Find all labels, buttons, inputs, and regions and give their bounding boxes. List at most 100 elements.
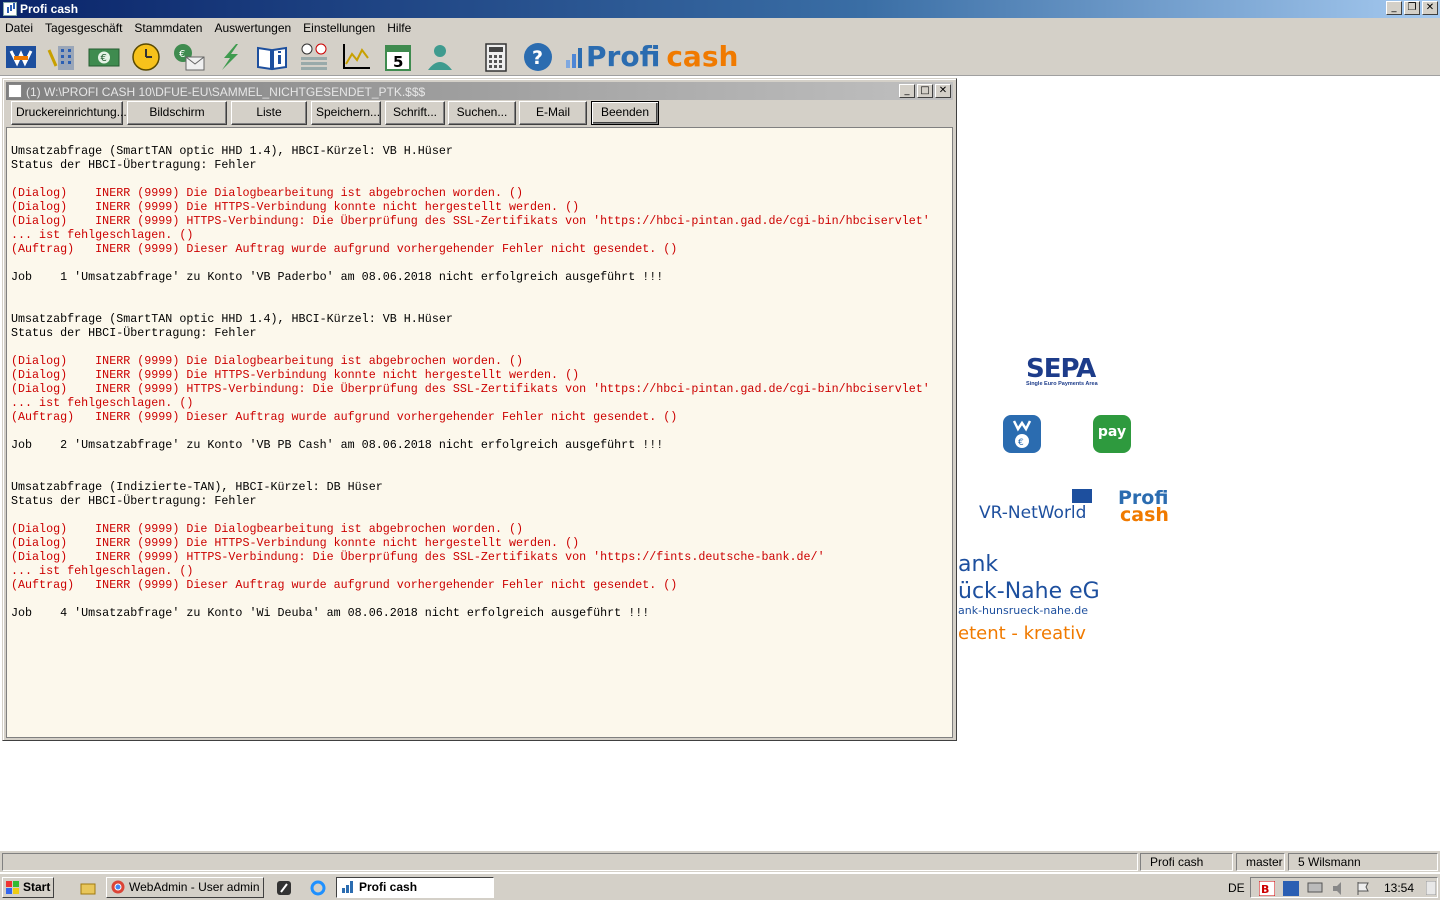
log-line: Status der HBCI-Übertragung: Fehler: [11, 326, 257, 340]
menu-stammdaten[interactable]: Stammdaten: [134, 21, 202, 35]
menu-auswertungen[interactable]: Auswertungen: [214, 21, 291, 35]
menu-einstellungen[interactable]: Einstellungen: [303, 21, 375, 35]
menu-tagesgeschaeft[interactable]: Tagesgeschäft: [45, 21, 122, 35]
child-minimize-button[interactable]: _: [899, 84, 915, 98]
minimize-button[interactable]: _: [1386, 1, 1402, 15]
calendar-icon[interactable]: 5: [382, 42, 414, 72]
logo-bars-icon: [566, 46, 586, 68]
chart-icon[interactable]: [340, 42, 372, 72]
printer-setup-button[interactable]: Druckereinrichtung...: [11, 101, 127, 125]
font-button[interactable]: Schrift...: [385, 101, 445, 125]
svg-text:€: €: [179, 49, 185, 60]
taskbar: Start WebAdmin - User admin ... Profi ca…: [0, 873, 1440, 900]
calculator-icon[interactable]: [480, 42, 512, 72]
paydirekt-label: pay: [1097, 424, 1127, 440]
vr-banking-app-icon: €: [1003, 415, 1041, 453]
log-line: (Auftrag) INERR (9999) Dieser Auftrag wu…: [11, 242, 678, 256]
menu-hilfe[interactable]: Hilfe: [387, 21, 411, 35]
status-version: Profi cash 11.42: [1140, 853, 1233, 885]
app-titlebar: Profi cash _ ❐ ✕: [0, 0, 1440, 18]
menu-datei[interactable]: Datei: [5, 21, 33, 35]
log-line: Umsatzabfrage (SmartTAN optic HHD 1.4), …: [11, 144, 453, 158]
bank-slogan: ank ück-Nahe eG ank-hunsrueck-nahe.de et…: [958, 552, 1100, 644]
calendar-day: 5: [393, 53, 403, 71]
building-icon[interactable]: [46, 42, 78, 72]
vr-bank-icon[interactable]: [5, 42, 37, 72]
log-line: (Dialog) INERR (9999) HTTPS-Verbindung: …: [11, 550, 825, 564]
log-line: (Dialog) INERR (9999) Die HTTPS-Verbindu…: [11, 536, 580, 550]
bank-line-4: etent - kreativ: [958, 623, 1086, 644]
start-label: Start: [23, 880, 51, 894]
task-webadmin-label: WebAdmin - User admin ...: [129, 880, 264, 894]
profi-cash-task-icon: [342, 881, 353, 893]
log-line: Status der HBCI-Übertragung: Fehler: [11, 494, 257, 508]
save-button[interactable]: Speichern...: [311, 101, 381, 125]
log-line: ... ist fehlgeschlagen. (): [11, 228, 194, 242]
clock: 13:54: [1384, 881, 1415, 895]
tray-network-icon[interactable]: [1283, 881, 1299, 896]
task-webadmin[interactable]: WebAdmin - User admin ...: [106, 877, 264, 898]
print-list-button[interactable]: Liste drucken: [231, 101, 307, 140]
child-close-button[interactable]: ✕: [935, 84, 951, 98]
document-icon: [8, 84, 22, 98]
print-screen-button[interactable]: Bildschirm drucken: [127, 101, 227, 140]
vr-networld-logo: VR-NetWorld: [979, 489, 1092, 523]
profi-cash-logo: Profi cash: [566, 40, 738, 73]
banknote-icon[interactable]: €: [88, 42, 120, 72]
bank-line-2: ück-Nahe eG: [958, 579, 1100, 604]
person-icon[interactable]: [424, 42, 456, 72]
restore-button[interactable]: ❐: [1404, 1, 1420, 15]
tray-corner-icon[interactable]: [1426, 881, 1436, 895]
search-button[interactable]: Suchen...: [448, 101, 516, 125]
help-glyph: ?: [532, 47, 543, 69]
app-icon: [3, 2, 17, 16]
profi-cash-logo-small: Profi cash: [1118, 487, 1169, 526]
tray-volume-icon[interactable]: [1331, 881, 1347, 896]
close-button[interactable]: ✕: [1422, 1, 1438, 15]
svg-text:€: €: [101, 53, 107, 64]
windows-flag-icon: [6, 881, 19, 894]
child-maximize-button[interactable]: □: [917, 84, 933, 98]
log-line: (Dialog) INERR (9999) Die HTTPS-Verbindu…: [11, 200, 580, 214]
paydirekt-icon: pay: [1093, 415, 1131, 453]
lightning-icon[interactable]: [214, 42, 246, 72]
logo-part-profi: Profi: [586, 40, 661, 73]
book-info-icon[interactable]: [256, 42, 288, 72]
chrome-icon: [111, 880, 125, 894]
sepa-mark: SEPA: [1026, 354, 1096, 384]
money-transfer-icon[interactable]: €: [172, 42, 205, 72]
start-button[interactable]: Start: [2, 877, 54, 898]
tray-flag-icon[interactable]: [1355, 881, 1371, 896]
log-line: Job 4 'Umsatzabfrage' zu Konto 'Wi Deuba…: [11, 606, 650, 620]
tray-monitor-icon[interactable]: [1307, 881, 1323, 896]
language-indicator[interactable]: DE: [1228, 881, 1245, 895]
tray-app-icon[interactable]: B: [1259, 881, 1275, 896]
status-message: [2, 853, 1138, 871]
sepa-logo: SEPA Single Euro Payments Area: [1026, 354, 1098, 387]
status-bar: Profi cash 11.42 master 5 Wilsmann Masch…: [0, 850, 1440, 885]
status-user: master: [1236, 853, 1285, 871]
settings-list-icon[interactable]: [298, 42, 330, 72]
vr-mark-icon: [1072, 489, 1092, 503]
task-profi-cash[interactable]: Profi cash: [336, 877, 494, 898]
app-launcher-icon[interactable]: [276, 880, 292, 896]
protocol-text-area[interactable]: Umsatzabfrage (SmartTAN optic HHD 1.4), …: [6, 127, 953, 738]
clock-icon[interactable]: [130, 42, 162, 72]
task-profi-cash-label: Profi cash: [359, 880, 418, 894]
log-line: Job 1 'Umsatzabfrage' zu Konto 'VB Pader…: [11, 270, 664, 284]
explorer-icon[interactable]: [80, 880, 96, 896]
internet-explorer-icon[interactable]: [310, 880, 326, 896]
email-button[interactable]: E-Mail: [519, 101, 587, 125]
log-line: (Dialog) INERR (9999) Die HTTPS-Verbindu…: [11, 368, 580, 382]
log-line: (Dialog) INERR (9999) HTTPS-Verbindung: …: [11, 382, 930, 396]
help-icon[interactable]: ?: [522, 42, 554, 72]
close-protocol-button[interactable]: Beenden: [591, 101, 659, 125]
